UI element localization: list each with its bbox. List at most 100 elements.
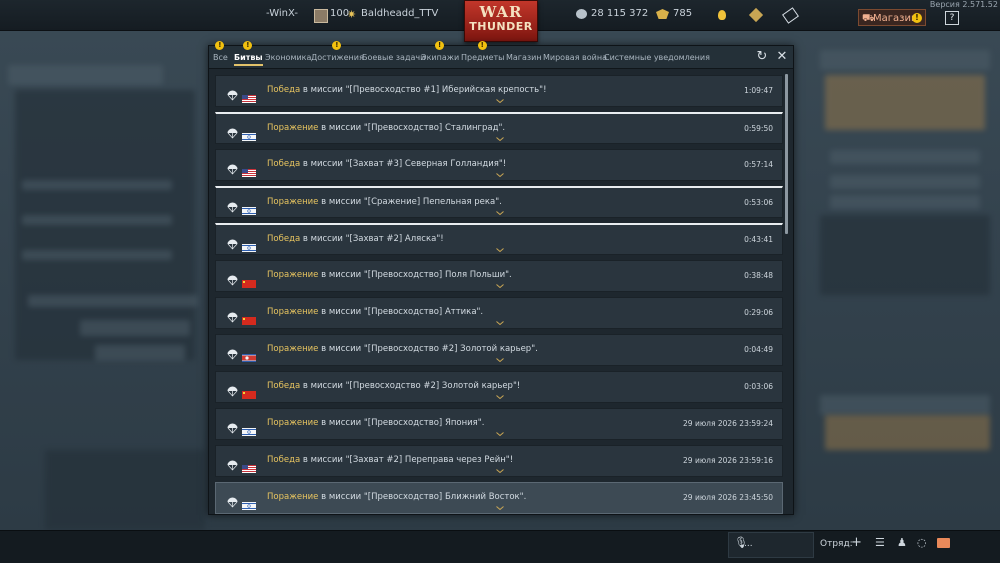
expand-chevron-icon[interactable]	[496, 248, 504, 253]
battle-notifications-list[interactable]: Победа в миссии "[Превосходство #1] Ибер…	[209, 69, 793, 514]
mission-text: в миссии "[Превосходство] Япония".	[318, 418, 485, 428]
battle-result: Поражение	[267, 270, 319, 280]
mission-text: в миссии "[Сражение] Пепельная река".	[318, 197, 502, 207]
add-squad-member-icon[interactable]: +	[851, 535, 862, 550]
battle-message: Победа в миссии "[Захват #3] Северная Го…	[267, 159, 506, 169]
battle-notification-row[interactable]: Поражение в миссии "[Превосходство] Атти…	[215, 297, 783, 329]
battle-notification-row[interactable]: Поражение в миссии "[Превосходство] Поля…	[215, 260, 783, 292]
tab-5[interactable]: Экипажи!	[421, 41, 460, 62]
battle-message: Поражение в миссии "[Превосходство] Поля…	[267, 270, 512, 280]
lightbulb-icon[interactable]	[718, 10, 726, 20]
battle-message: Поражение в миссии "[Превосходство] Стал…	[267, 123, 505, 133]
close-icon[interactable]: ✕	[775, 50, 789, 64]
tab-9[interactable]: Системные уведомления	[604, 53, 710, 62]
battle-time: 29 июля 2026 23:59:24	[683, 419, 773, 428]
battle-notification-row[interactable]: Победа в миссии "[Превосходство #2] Золо…	[215, 371, 783, 403]
shop-button[interactable]: ⛟ Магазин !	[858, 9, 926, 26]
battle-notification-row[interactable]: Поражение в миссии "[Превосходство] Япон…	[215, 408, 783, 440]
expand-chevron-icon[interactable]	[496, 506, 504, 511]
battle-result: Поражение	[267, 492, 319, 502]
battle-result: Победа	[267, 234, 301, 244]
expand-chevron-icon[interactable]	[496, 99, 504, 104]
tab-warning-icon: !	[215, 41, 225, 50]
tab-3[interactable]: Достижения!	[311, 41, 364, 62]
player-name[interactable]: Baldheadd_TTV	[361, 8, 438, 19]
country-flag-icon	[242, 384, 256, 399]
battle-notification-row[interactable]: Победа в миссии "[Захват #2] Аляска"! 0:4…	[215, 223, 783, 255]
battle-notification-row[interactable]: Победа в миссии "[Захват #3] Северная Го…	[215, 149, 783, 181]
notification-tabs: Все! Битвы! Экономика Достижения! Боевые зад…	[209, 41, 793, 69]
parachute-icon	[227, 382, 238, 397]
battle-message: Победа в миссии "[Захват #2] Аляска"!	[267, 234, 444, 244]
expand-chevron-icon[interactable]	[496, 137, 504, 142]
expand-chevron-icon[interactable]	[496, 173, 504, 178]
voice-chat-label: ...	[744, 539, 753, 549]
expand-chevron-icon[interactable]	[496, 211, 504, 216]
tab-label: Мировая война	[543, 53, 607, 62]
country-flag-icon	[242, 162, 256, 177]
mission-text: в миссии "[Захват #2] Аляска"!	[300, 234, 444, 244]
tab-6[interactable]: Предметы!	[461, 41, 504, 62]
tab-4[interactable]: Боевые задачи	[362, 53, 425, 62]
battle-notification-row[interactable]: Поражение в миссии "[Превосходство] Ближ…	[215, 482, 783, 514]
battle-time: 0:29:06	[744, 308, 773, 317]
chat-icon[interactable]: ◌	[917, 536, 927, 549]
mail-icon[interactable]	[937, 538, 950, 548]
tab-label: Битвы	[234, 53, 263, 62]
battle-time: 0:57:14	[744, 160, 773, 169]
tab-label: Системные уведомления	[604, 53, 710, 62]
tab-8[interactable]: Мировая война	[543, 53, 607, 62]
battle-time: 0:53:06	[744, 198, 773, 207]
battle-notification-row[interactable]: Победа в миссии "[Превосходство #1] Ибер…	[215, 75, 783, 107]
expand-chevron-icon[interactable]	[496, 321, 504, 326]
mission-text: в миссии "[Захват #3] Северная Голландия…	[300, 159, 507, 169]
contacts-icon[interactable]: ♟	[897, 536, 907, 549]
mission-text: в миссии "[Превосходство #1] Иберийская …	[300, 85, 547, 95]
tab-label: Боевые задачи	[362, 53, 426, 62]
help-button[interactable]: ?	[945, 11, 959, 25]
battle-message: Победа в миссии "[Превосходство #1] Ибер…	[267, 85, 547, 95]
tab-2[interactable]: Экономика	[265, 53, 311, 62]
expand-chevron-icon[interactable]	[496, 358, 504, 363]
war-thunder-logo[interactable]: WAR THUNDER	[464, 0, 538, 42]
parachute-icon	[227, 345, 238, 360]
scrollbar[interactable]	[785, 74, 788, 234]
tab-label: Экипажи	[421, 53, 460, 62]
tab-0[interactable]: Все!	[213, 41, 228, 62]
list-icon[interactable]: ☰	[875, 536, 885, 549]
tab-1[interactable]: Битвы!	[234, 41, 263, 66]
battle-notification-row[interactable]: Поражение в миссии "[Превосходство] Стал…	[215, 112, 783, 144]
game-version: Версия 2.571.52	[929, 0, 998, 9]
tab-warning-icon: !	[243, 41, 253, 50]
battle-result: Победа	[267, 381, 301, 391]
battle-message: Поражение в миссии "[Сражение] Пепельная…	[267, 197, 502, 207]
mission-text: в миссии "[Превосходство #2] Золотой кар…	[318, 344, 538, 354]
parachute-icon	[227, 493, 238, 508]
silver-lions-balance[interactable]: 28 115 372	[591, 8, 648, 19]
refresh-icon[interactable]: ↻	[755, 50, 769, 64]
country-flag-icon	[242, 458, 256, 473]
tab-warning-icon: !	[477, 41, 487, 50]
tab-7[interactable]: Магазин	[506, 53, 542, 62]
tab-label: Экономика	[265, 53, 312, 62]
battle-result: Победа	[267, 455, 301, 465]
expand-chevron-icon[interactable]	[496, 395, 504, 400]
mission-text: в миссии "[Превосходство] Аттика".	[318, 307, 484, 317]
squad-tag[interactable]: -WinX-	[266, 8, 298, 19]
expand-chevron-icon[interactable]	[496, 284, 504, 289]
battle-notification-row[interactable]: Поражение в миссии "[Сражение] Пепельная…	[215, 186, 783, 218]
premium-icon[interactable]	[748, 7, 764, 23]
notifications-panel: Все! Битвы! Экономика Достижения! Боевые зад…	[208, 41, 794, 515]
avatar[interactable]	[314, 9, 328, 23]
expand-chevron-icon[interactable]	[496, 432, 504, 437]
battle-notification-row[interactable]: Победа в миссии "[Захват #2] Переправа ч…	[215, 445, 783, 477]
ticket-icon[interactable]	[782, 7, 799, 24]
battle-time: 0:04:49	[744, 345, 773, 354]
golden-eagles-balance[interactable]: 785	[673, 8, 692, 19]
battle-result: Победа	[267, 85, 301, 95]
mission-text: в миссии "[Превосходство] Сталинград".	[318, 123, 506, 133]
star-icon: ✷	[347, 8, 357, 21]
country-flag-icon	[242, 421, 256, 436]
expand-chevron-icon[interactable]	[496, 469, 504, 474]
battle-notification-row[interactable]: Поражение в миссии "[Превосходство #2] З…	[215, 334, 783, 366]
